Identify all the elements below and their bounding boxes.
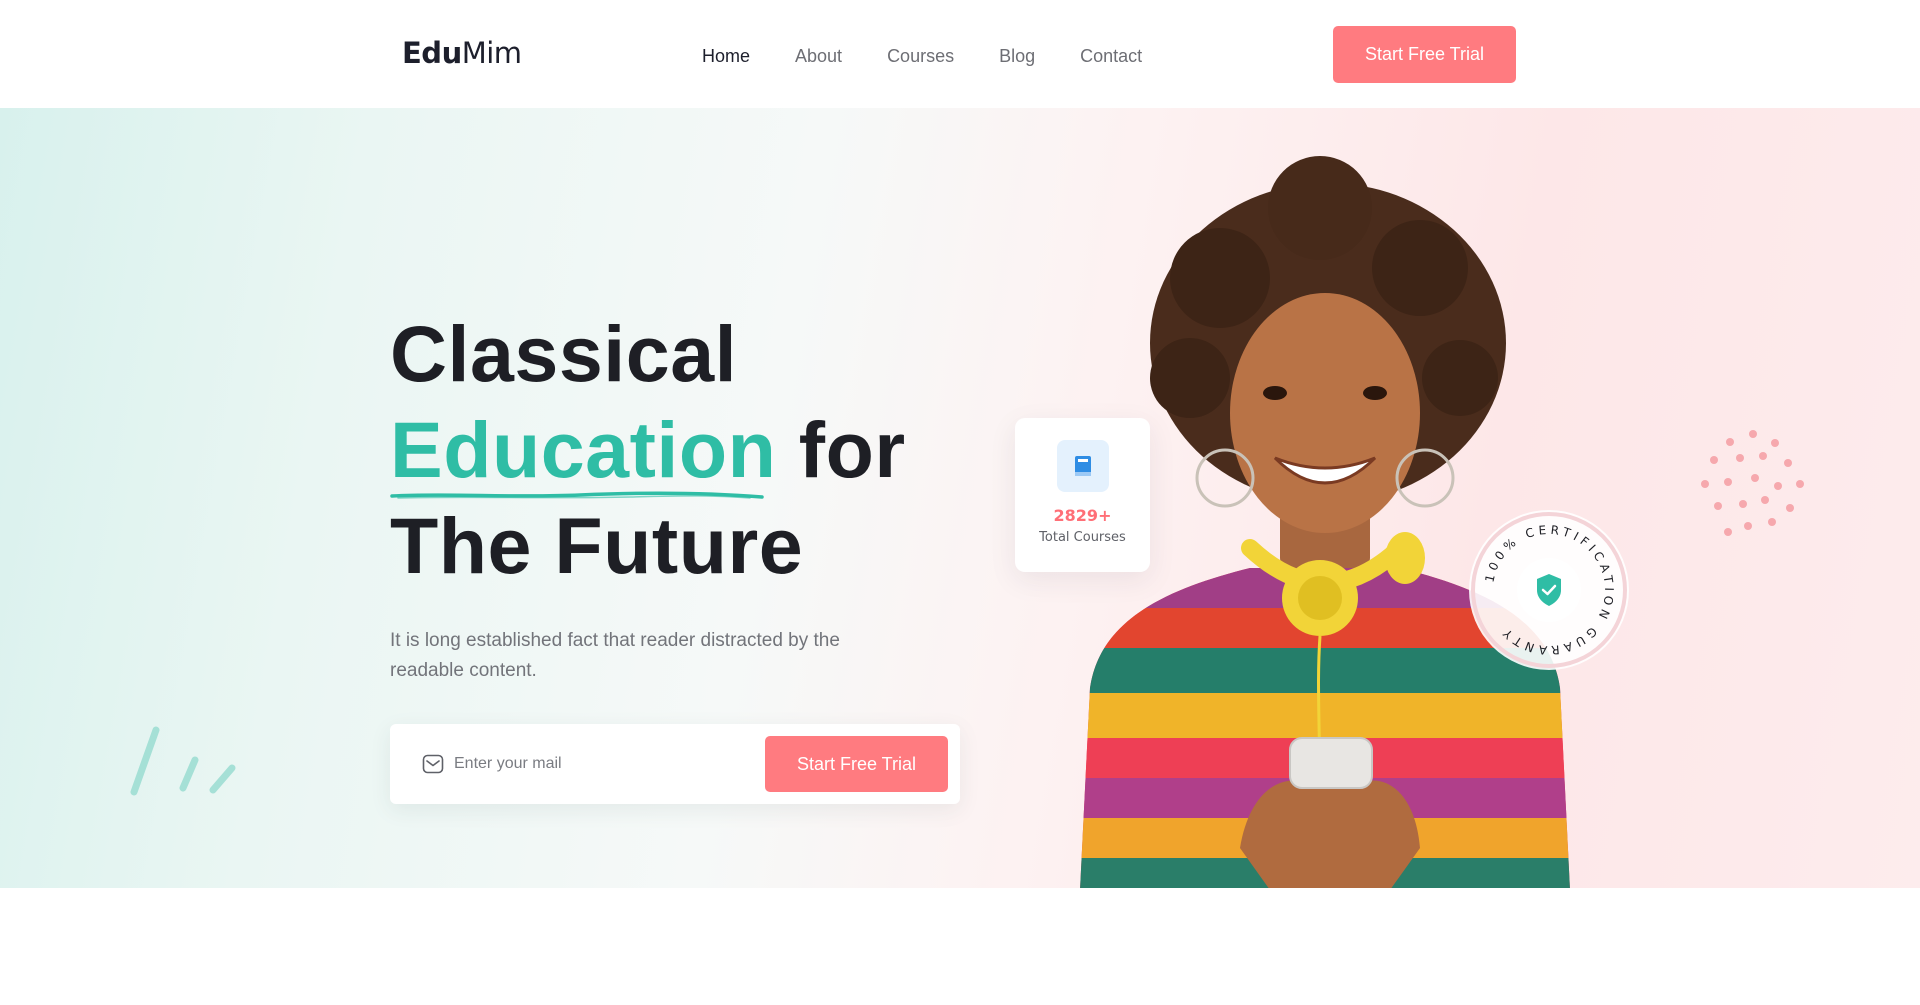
- subscribe-form: Start Free Trial: [390, 724, 960, 804]
- nav-courses[interactable]: Courses: [887, 46, 954, 67]
- dots-decoration: [1701, 430, 1804, 536]
- nav-contact[interactable]: Contact: [1080, 46, 1142, 67]
- certification-badge: 100% CERTIFICATION GUARANTY: [1469, 510, 1629, 670]
- decorative-strokes: [130, 726, 236, 796]
- mail-icon: [422, 754, 444, 774]
- logo-rest: Mim: [461, 36, 522, 70]
- title-line-1: Classical: [390, 309, 738, 398]
- logo[interactable]: EduMim: [402, 36, 522, 70]
- title-underline-decoration: [390, 491, 764, 499]
- email-input[interactable]: [454, 748, 754, 780]
- logo-bold: Edu: [402, 36, 462, 70]
- hero-title: Classical Education for The Future: [390, 306, 906, 594]
- site-header: EduMim Home About Courses Blog Contact S…: [0, 0, 1920, 108]
- book-icon: [1057, 440, 1109, 492]
- main-nav: Home About Courses Blog Contact: [702, 46, 1187, 67]
- title-accent: Education: [390, 405, 777, 494]
- total-courses-label: Total Courses: [1039, 530, 1126, 545]
- nav-blog[interactable]: Blog: [999, 46, 1035, 67]
- hero-description: It is long established fact that reader …: [390, 630, 840, 681]
- nav-about[interactable]: About: [795, 46, 842, 67]
- total-courses-card: 2829+ Total Courses: [1015, 418, 1150, 572]
- title-line-3: The Future: [390, 501, 804, 590]
- subscribe-start-trial-button[interactable]: Start Free Trial: [765, 736, 948, 792]
- total-courses-value: 2829+: [1053, 506, 1112, 525]
- nav-home[interactable]: Home: [702, 46, 750, 67]
- header-start-trial-button[interactable]: Start Free Trial: [1333, 26, 1516, 83]
- title-line-2-rest: for: [776, 405, 906, 494]
- hero-section: Classical Education for The Future It is…: [0, 108, 1920, 1005]
